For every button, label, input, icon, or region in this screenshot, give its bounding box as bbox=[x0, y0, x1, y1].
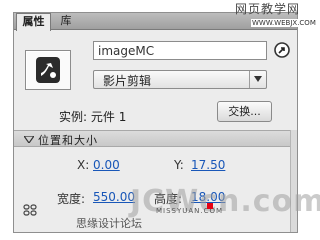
instance-name-input[interactable] bbox=[93, 41, 267, 60]
symbol-type-value: 影片剪辑 bbox=[103, 74, 152, 88]
swap-button[interactable]: 交换... bbox=[217, 101, 272, 122]
x-label: X: bbox=[77, 158, 90, 172]
watermark-forum: 思缘设计论坛 bbox=[76, 217, 142, 230]
collapse-triangle-icon bbox=[24, 136, 34, 143]
watermark-red-square bbox=[207, 203, 213, 209]
symbol-type-select[interactable]: 影片剪辑 bbox=[93, 70, 267, 89]
y-label: Y: bbox=[174, 158, 184, 172]
link-lock-icon[interactable] bbox=[23, 204, 37, 216]
chevron-down-icon bbox=[249, 71, 266, 88]
instance-of-row: 实例: 元件 1 bbox=[59, 108, 126, 125]
watermark-site-url: WWW.WEBJX.COM bbox=[251, 19, 317, 27]
instance-label: 实例: bbox=[59, 110, 88, 124]
watermark-brand-small: MISSYUAN.COM bbox=[156, 207, 224, 215]
section-title: 位置和大小 bbox=[38, 134, 98, 147]
width-label: 宽度: bbox=[57, 192, 86, 206]
tab-properties[interactable]: 属性 bbox=[16, 13, 51, 31]
tab-library[interactable]: 库 bbox=[55, 13, 77, 30]
help-arrow-icon[interactable] bbox=[274, 42, 290, 58]
watermark-site-cn: 网页教学网 bbox=[235, 2, 301, 16]
movieclip-symbol-icon bbox=[25, 50, 71, 90]
x-value[interactable]: 0.00 bbox=[93, 158, 120, 172]
width-value[interactable]: 550.00 bbox=[93, 190, 135, 204]
position-size-section-header[interactable]: 位置和大小 bbox=[14, 130, 297, 147]
y-value[interactable]: 17.50 bbox=[191, 158, 225, 172]
instance-symbol-name: 元件 1 bbox=[90, 110, 127, 124]
